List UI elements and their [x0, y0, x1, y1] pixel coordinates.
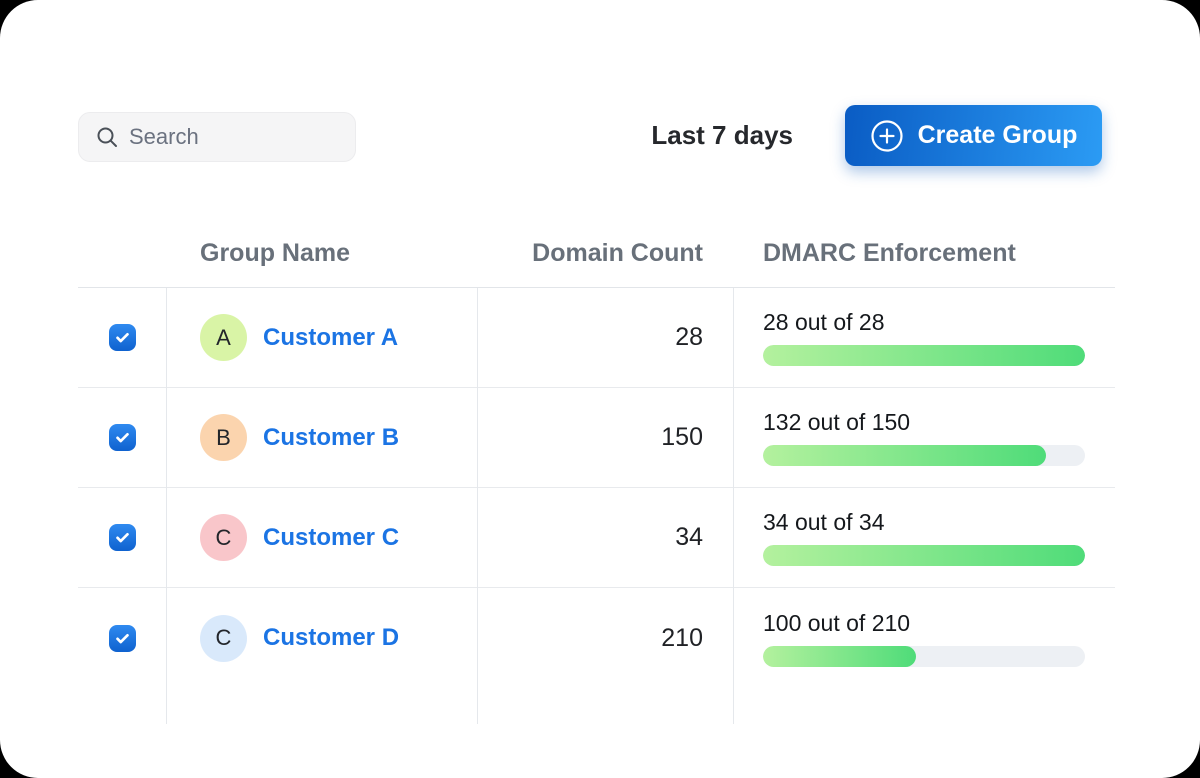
column-divider — [166, 288, 167, 724]
row-checkbox[interactable] — [109, 625, 136, 652]
avatar: B — [200, 414, 247, 461]
date-range-label[interactable]: Last 7 days — [600, 105, 793, 166]
search-field[interactable] — [129, 124, 339, 150]
plus-icon — [870, 119, 904, 153]
checkmark-icon — [114, 429, 131, 446]
group-name-link[interactable]: Customer C — [263, 524, 399, 552]
checkbox-cell — [78, 424, 166, 451]
search-icon — [95, 125, 119, 149]
dmarc-progress-track — [763, 545, 1085, 566]
groups-table: Group Name Domain Count DMARC Enforcemen… — [78, 220, 1115, 724]
group-name-cell: C Customer C — [166, 514, 477, 561]
group-name-link[interactable]: Customer D — [263, 624, 399, 652]
dmarc-progress-track — [763, 646, 1085, 667]
checkbox-cell — [78, 625, 166, 652]
dmarc-cell: 28 out of 28 — [733, 309, 1115, 366]
table-row: C Customer C 34 34 out of 34 — [78, 488, 1115, 588]
checkmark-icon — [114, 529, 131, 546]
page-card: Last 7 days Create Group Group Name Doma… — [0, 0, 1200, 778]
dmarc-label: 34 out of 34 — [763, 509, 1085, 536]
header-domain-count: Domain Count — [477, 239, 733, 268]
group-name-link[interactable]: Customer A — [263, 324, 398, 352]
dmarc-label: 100 out of 210 — [763, 610, 1085, 637]
avatar: A — [200, 314, 247, 361]
dmarc-progress-fill — [763, 646, 916, 667]
group-name-link[interactable]: Customer B — [263, 424, 399, 452]
dmarc-progress-fill — [763, 545, 1085, 566]
row-checkbox[interactable] — [109, 424, 136, 451]
table-tail-space — [78, 688, 1115, 724]
table-body: A Customer A 28 28 out of 28 — [78, 288, 1115, 688]
dmarc-progress-track — [763, 445, 1085, 466]
domain-count-cell: 210 — [477, 624, 733, 653]
group-name-cell: C Customer D — [166, 615, 477, 662]
domain-count-cell: 150 — [477, 423, 733, 452]
header-dmarc-enforcement: DMARC Enforcement — [733, 239, 1115, 268]
column-divider — [477, 288, 478, 724]
table-header-row: Group Name Domain Count DMARC Enforcemen… — [78, 220, 1115, 288]
checkmark-icon — [114, 630, 131, 647]
create-group-label: Create Group — [918, 121, 1078, 150]
domain-count-cell: 34 — [477, 523, 733, 552]
dmarc-label: 28 out of 28 — [763, 309, 1085, 336]
dmarc-cell: 100 out of 210 — [733, 610, 1115, 667]
dmarc-cell: 132 out of 150 — [733, 409, 1115, 466]
checkbox-cell — [78, 324, 166, 351]
dmarc-cell: 34 out of 34 — [733, 509, 1115, 566]
table-row: B Customer B 150 132 out of 150 — [78, 388, 1115, 488]
column-divider — [733, 288, 734, 724]
row-checkbox[interactable] — [109, 324, 136, 351]
row-checkbox[interactable] — [109, 524, 136, 551]
domain-count-cell: 28 — [477, 323, 733, 352]
create-group-button[interactable]: Create Group — [845, 105, 1102, 166]
header-group-name: Group Name — [166, 239, 477, 268]
checkmark-icon — [114, 329, 131, 346]
search-input[interactable] — [78, 112, 356, 162]
dmarc-progress-track — [763, 345, 1085, 366]
dmarc-progress-fill — [763, 445, 1046, 466]
table-row: C Customer D 210 100 out of 210 — [78, 588, 1115, 688]
checkbox-cell — [78, 524, 166, 551]
table-row: A Customer A 28 28 out of 28 — [78, 288, 1115, 388]
dmarc-progress-fill — [763, 345, 1085, 366]
avatar: C — [200, 615, 247, 662]
group-name-cell: A Customer A — [166, 314, 477, 361]
group-name-cell: B Customer B — [166, 414, 477, 461]
dmarc-label: 132 out of 150 — [763, 409, 1085, 436]
avatar: C — [200, 514, 247, 561]
